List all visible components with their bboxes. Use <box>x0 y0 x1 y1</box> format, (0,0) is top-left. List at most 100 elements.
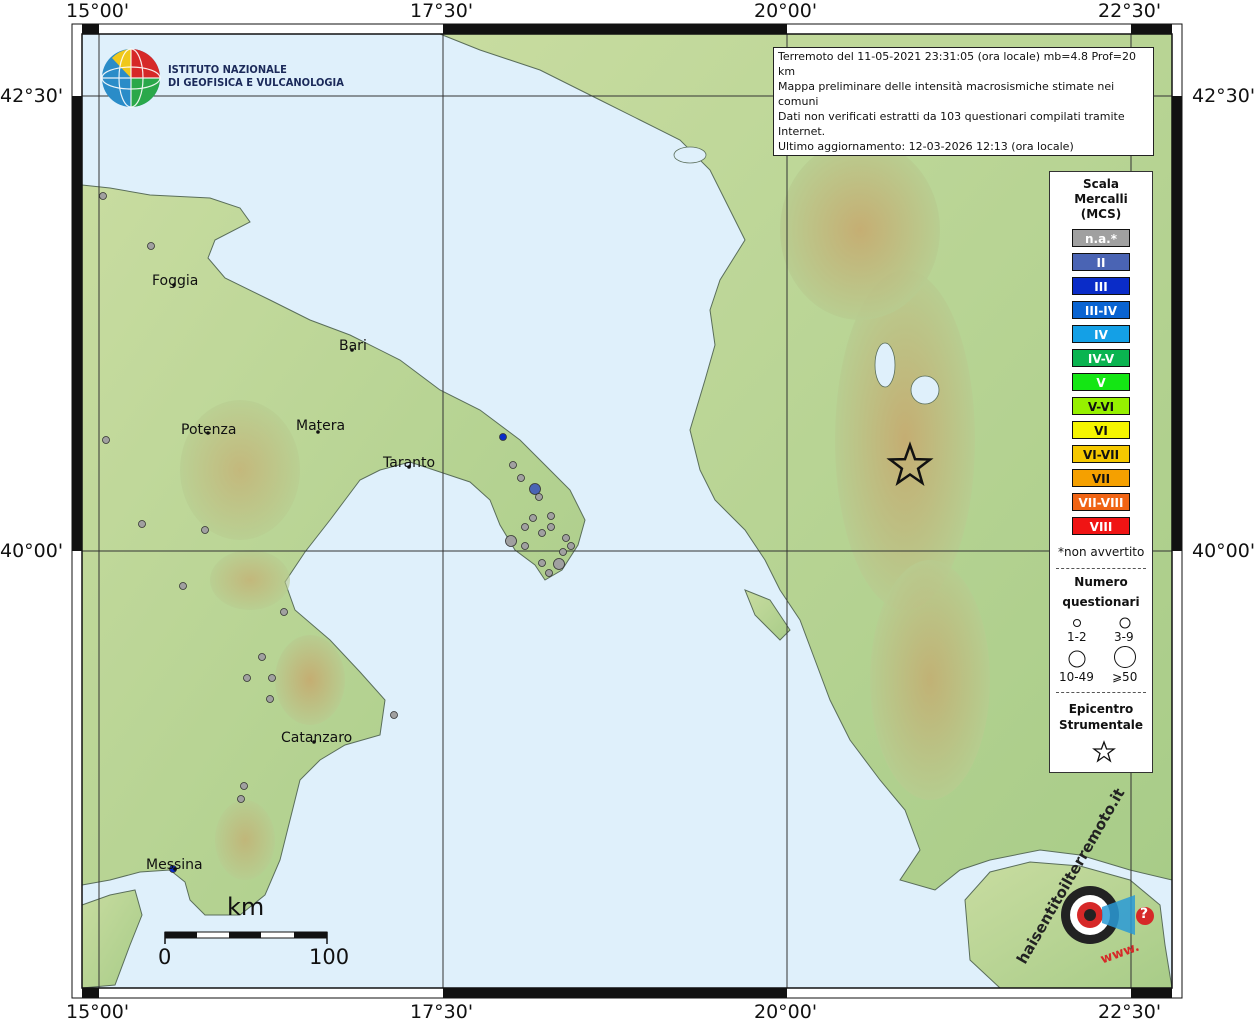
lon-label-15-bottom: 15°00' <box>66 1001 130 1023</box>
city-label: Bari <box>339 338 367 354</box>
observation-point[interactable] <box>545 569 553 577</box>
observation-point[interactable] <box>562 534 570 542</box>
observation-point[interactable] <box>535 493 543 501</box>
lon-label-20-bottom: 20°00' <box>754 1001 818 1023</box>
scale-unit: km <box>227 893 265 921</box>
observation-point[interactable] <box>547 512 555 520</box>
observation-point[interactable] <box>499 433 507 441</box>
relief-sila <box>275 635 345 725</box>
earthquake-info-box: Terremoto del 11-05-2021 23:31:05 (ora l… <box>773 47 1154 156</box>
info-line4: Ultimo aggiornamento: 12-03-2026 12:13 (… <box>778 140 1074 153</box>
size-circle-medium <box>1119 617 1131 629</box>
size-circle-xlarge <box>1114 646 1136 668</box>
observation-point[interactable] <box>179 582 187 590</box>
mcs-swatch: II <box>1072 253 1130 271</box>
info-line2: Mappa preliminare delle intensità macros… <box>778 80 1115 108</box>
mcs-swatch: V <box>1072 373 1130 391</box>
observation-point[interactable] <box>201 526 209 534</box>
observation-point[interactable] <box>559 548 567 556</box>
size-circle-large <box>1068 650 1086 668</box>
info-line1: Terremoto del 11-05-2021 23:31:05 (ora l… <box>778 50 1137 78</box>
mcs-swatch: IV-V <box>1072 349 1130 367</box>
observation-point[interactable] <box>529 514 537 522</box>
city-label: Matera <box>296 418 346 434</box>
scale-start-label: 0 <box>158 945 172 969</box>
observation-point[interactable] <box>529 483 541 495</box>
observation-point[interactable] <box>266 695 274 703</box>
legend-title-2: Mercalli <box>1074 192 1128 206</box>
size-circle-small <box>1073 619 1081 627</box>
city-label: Foggia <box>152 273 199 289</box>
observation-point[interactable] <box>237 795 245 803</box>
lake-skadar <box>673 146 707 164</box>
relief-apennines <box>180 400 300 540</box>
legend-title-1: Scala <box>1082 177 1120 191</box>
observation-point[interactable] <box>102 436 110 444</box>
lake-ohrid <box>874 342 896 388</box>
lon-label-22-30: 22°30' <box>1098 0 1162 22</box>
observation-point[interactable] <box>538 559 546 567</box>
mcs-swatch: VI <box>1072 421 1130 439</box>
lon-label-17-30: 17°30' <box>410 0 474 22</box>
mcs-swatch: VI-VII <box>1072 445 1130 463</box>
lon-label-17-30-bottom: 17°30' <box>410 1001 474 1023</box>
observation-point[interactable] <box>517 474 525 482</box>
observation-point[interactable] <box>258 653 266 661</box>
mcs-swatch: VII-VIII <box>1072 493 1130 511</box>
observation-point[interactable] <box>509 461 517 469</box>
count-label-10-49: 10-49 <box>1059 670 1094 684</box>
observation-point[interactable] <box>547 523 555 531</box>
mcs-swatch: V-VI <box>1072 397 1130 415</box>
scale-end-label: 100 <box>309 945 350 969</box>
not-felt-note: *non avvertito <box>1058 545 1145 559</box>
epicenter-title-1: Epicentro <box>1068 702 1134 716</box>
lat-label-40-left: 40°00' <box>0 540 64 562</box>
observation-point[interactable] <box>538 529 546 537</box>
lat-label-42-30-left: 42°30' <box>0 85 64 107</box>
relief-greece <box>870 560 990 800</box>
mcs-swatch: III <box>1072 277 1130 295</box>
observation-point[interactable] <box>390 711 398 719</box>
count-label-3-9: 3-9 <box>1114 630 1134 644</box>
observation-point[interactable] <box>567 542 575 550</box>
info-line3: Dati non verificati estratti da 103 ques… <box>778 110 1125 138</box>
count-title-1: Numero <box>1074 575 1128 589</box>
lon-label-15: 15°00' <box>66 0 130 22</box>
institute-name: ISTITUTO NAZIONALE DI GEOFISICA E VULCAN… <box>168 63 344 89</box>
lon-label-22-30-bottom: 22°30' <box>1098 1001 1162 1023</box>
observation-point[interactable] <box>99 192 107 200</box>
observation-point[interactable] <box>280 608 288 616</box>
mcs-swatch: IV <box>1072 325 1130 343</box>
lon-label-20: 20°00' <box>754 0 818 22</box>
city-label: Messina <box>146 857 203 873</box>
city-label: Taranto <box>383 455 436 471</box>
observation-point[interactable] <box>521 542 529 550</box>
legend-panel: Scala Mercalli (MCS) n.a.* II III III-IV IV I… <box>1049 171 1153 773</box>
mcs-swatch: VII <box>1072 469 1130 487</box>
brand-question: ? <box>1140 906 1149 922</box>
city-label: Catanzaro <box>281 730 353 746</box>
mcs-swatch: III-IV <box>1072 301 1130 319</box>
relief-pollino <box>210 550 290 610</box>
observation-point[interactable] <box>505 535 517 547</box>
count-title-2: questionari <box>1062 595 1140 609</box>
lat-label-42-30-right: 42°30' <box>1192 85 1254 107</box>
observation-point[interactable] <box>268 674 276 682</box>
observation-point[interactable] <box>138 520 146 528</box>
count-label-1-2: 1-2 <box>1067 630 1087 644</box>
observation-point[interactable] <box>147 242 155 250</box>
legend-title-3: (MCS) <box>1080 207 1122 221</box>
observation-point[interactable] <box>240 782 248 790</box>
observation-point[interactable] <box>243 674 251 682</box>
relief-pindus <box>835 270 975 610</box>
observation-point[interactable] <box>553 558 565 570</box>
mcs-swatch: VIII <box>1072 517 1130 535</box>
observation-point[interactable] <box>521 523 529 531</box>
count-label-50-plus: ⩾50 <box>1112 670 1138 684</box>
relief-north-albania <box>780 140 940 320</box>
lat-label-40-right: 40°00' <box>1192 540 1254 562</box>
relief-aspromonte <box>215 800 275 880</box>
institute-line2: DI GEOFISICA E VULCANOLOGIA <box>168 76 344 89</box>
epicenter-title-2: Strumentale <box>1058 718 1144 732</box>
lake-prespa <box>910 375 940 405</box>
